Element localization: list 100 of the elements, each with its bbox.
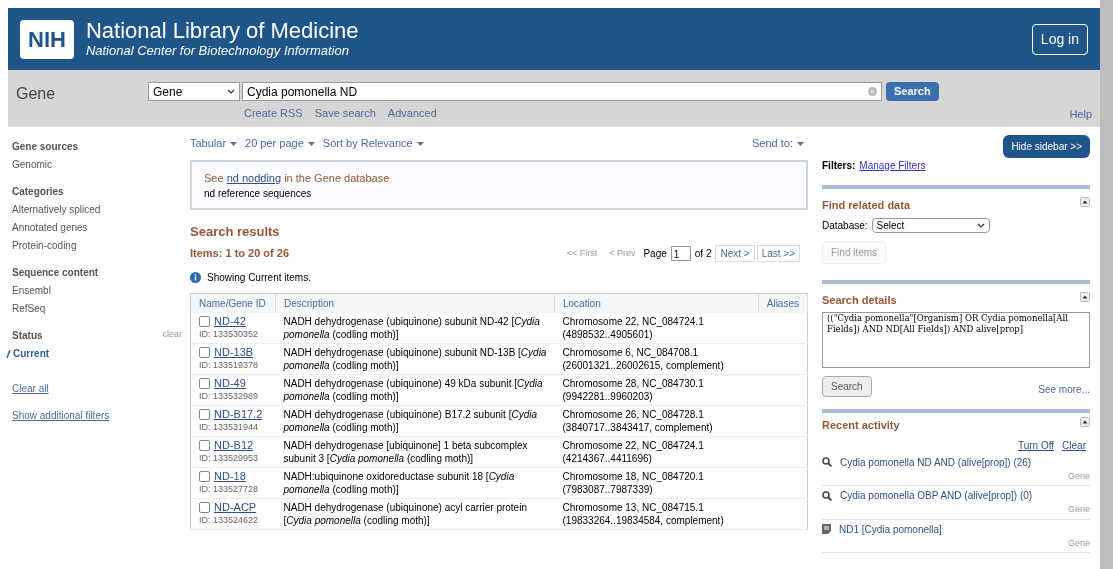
row-checkbox[interactable] (199, 378, 210, 389)
gene-id: ID: 133519378 (199, 359, 260, 372)
manage-filters-link[interactable]: Manage Filters (859, 160, 926, 171)
query-textarea[interactable]: (("Cydia pomonella"[Organism] OR Cydia pomonella[All Fields]) AND ND[All Fields]) AND alive[prop] (822, 312, 1090, 368)
gene-id: ID: 133527728 (199, 483, 260, 496)
gene-link[interactable]: ND-18 (214, 470, 246, 483)
filter-item[interactable]: Current (6, 346, 190, 361)
gene-id: ID: 133529953 (199, 452, 260, 465)
row-checkbox[interactable] (199, 409, 210, 420)
description-cell: NADH dehydrogenase (ubiquinone) subunit ND-42 [Cydia pomonella (codling moth)] (283, 316, 540, 340)
suggestion-note: nd reference sequences (204, 187, 313, 201)
filter-group-title: Sequence content (12, 266, 99, 280)
suggestion-link[interactable]: nd nodding (226, 171, 282, 184)
database-label: Gene (16, 84, 57, 104)
check-icon (6, 349, 11, 358)
search-field[interactable]: Cydia pomonella ND (242, 82, 882, 101)
send-to-menu[interactable]: Send to: (752, 135, 804, 152)
database-label: Database: (822, 218, 868, 233)
site-subtitle: National Center for Biotechnology Information (85, 43, 350, 59)
filter-item[interactable]: Ensembl (12, 283, 190, 298)
gene-link[interactable]: ND-ACP (214, 501, 257, 514)
gene-id: ID: 133530352 (199, 328, 260, 341)
filter-item[interactable]: Protein-coding (12, 238, 190, 253)
row-checkbox[interactable] (199, 471, 210, 482)
gene-link[interactable]: ND-49 (214, 377, 246, 390)
location-cell: Chromosome 18, NC_084720.1 (7983087..7987339) (562, 471, 704, 495)
location-cell: Chromosome 22, NC_084724.1 (4898532..4905601) (562, 316, 704, 340)
gene-link[interactable]: ND-13B (214, 346, 254, 359)
hide-sidebar-button[interactable]: Hide sidebar >> (1003, 135, 1090, 158)
format-menu[interactable]: Tabular (190, 135, 238, 152)
description-cell: NADH:ubiquinone oxidoreductase subunit 18 [Cydia pomonella (codling moth)] (283, 471, 515, 495)
sort-menu[interactable]: Sort by Relevance (322, 135, 424, 152)
database-name: Gene (1066, 536, 1090, 550)
chevron-icon (227, 89, 235, 94)
gene-link[interactable]: ND-B12 (214, 439, 254, 452)
login-button[interactable]: Log in (1031, 23, 1088, 55)
nih-logo: NIH (20, 19, 74, 59)
section-title: Find related data (822, 198, 911, 213)
next-page-button[interactable]: Next > (715, 245, 755, 262)
gene-link[interactable]: ND-42 (214, 315, 246, 328)
additional-filters-link[interactable]: Show additional filters (12, 408, 190, 423)
row-checkbox[interactable] (199, 502, 210, 513)
chevron-icon (976, 222, 985, 228)
see-more-link[interactable]: See more... (1038, 382, 1090, 397)
clear-icon[interactable] (868, 87, 877, 96)
gene-id: ID: 133531944 (199, 421, 260, 434)
per-page-menu[interactable]: 20 per page (245, 135, 315, 152)
search-link[interactable]: Advanced (387, 105, 437, 122)
location-cell: Chromosome 13, NC_084715.1 (19833264..19834584, complement) (562, 502, 724, 526)
row-checkbox[interactable] (199, 440, 210, 451)
gene-id: ID: 133524622 (199, 514, 260, 527)
search-icon (822, 457, 832, 467)
collapse-icon[interactable] (1080, 197, 1090, 207)
recent-activity-link[interactable]: ND1 [Cydia pomonella] (839, 521, 942, 537)
row-checkbox[interactable] (199, 316, 210, 327)
filter-item[interactable]: Alternatively spliced (12, 202, 190, 217)
site-title: National Library of Medicine (85, 19, 359, 43)
recent-activity-link[interactable]: Cydia pomonella OBP AND (alive[prop]) (0) (840, 488, 1033, 503)
row-checkbox[interactable] (199, 347, 210, 358)
database-select[interactable]: Gene (148, 82, 240, 101)
document-icon (822, 524, 831, 534)
caret-icon (416, 142, 424, 147)
column-header[interactable]: Location (554, 293, 759, 313)
recent-activity-link[interactable]: Cydia pomonella ND AND (alive[prop]) (26) (840, 454, 1032, 470)
location-cell: Chromosome 22, NC_084724.1 (4214367..4411696) (562, 440, 704, 464)
page-label: Page (643, 247, 667, 261)
filter-group-title: Gene sources (12, 140, 79, 154)
info-icon (190, 272, 201, 283)
column-header[interactable]: Aliases (758, 293, 808, 313)
clear-link[interactable]: Clear (1062, 437, 1086, 453)
page-total: of 2 (694, 247, 712, 261)
description-cell: NADH dehydrogenase (ubiquinone) subunit ND-13B [Cydia pomonella (codling moth)] (283, 347, 547, 371)
gene-link[interactable]: ND-B17.2 (214, 408, 263, 421)
collapse-icon[interactable] (1080, 291, 1090, 302)
help-link[interactable]: Help (1069, 106, 1092, 123)
turn-off-link[interactable]: Turn Off (1017, 437, 1055, 453)
notice-text: Showing Current items. (207, 271, 311, 285)
filter-item[interactable]: Genomic (12, 157, 190, 172)
description-cell: NADH dehydrogenase (ubiquinone) acyl carrier protein [Cydia pomonella (codling moth)] (283, 502, 527, 526)
clear-all-link[interactable]: Clear all (12, 381, 190, 396)
details-search-button[interactable]: Search (822, 376, 872, 397)
caret-icon (307, 142, 315, 147)
search-link[interactable]: Save search (314, 105, 376, 122)
column-header[interactable]: Name/Gene ID (190, 293, 276, 313)
filter-item[interactable]: Annotated genes (12, 220, 190, 235)
results-title: Search results (190, 222, 281, 241)
description-cell: NADH dehydrogenase (ubiquinone) B17.2 subunit [Cydia pomonella (codling moth)] (283, 409, 537, 433)
last-page-button[interactable]: Last >> (756, 245, 800, 262)
search-button[interactable]: Search (886, 82, 939, 101)
filter-item[interactable]: RefSeq (12, 301, 190, 316)
filter-group-title: Categories (12, 185, 64, 199)
scrollbar[interactable] (1100, 0, 1113, 569)
column-header[interactable]: Description (275, 293, 555, 313)
collapse-icon[interactable] (1080, 417, 1090, 427)
page-field[interactable]: 1 (670, 246, 691, 261)
database-name: Gene (1066, 469, 1090, 483)
database-select[interactable]: Select (871, 217, 990, 233)
caret-icon (797, 142, 804, 147)
search-link[interactable]: Create RSS (244, 105, 303, 122)
filter-group-title: Status (12, 329, 43, 343)
